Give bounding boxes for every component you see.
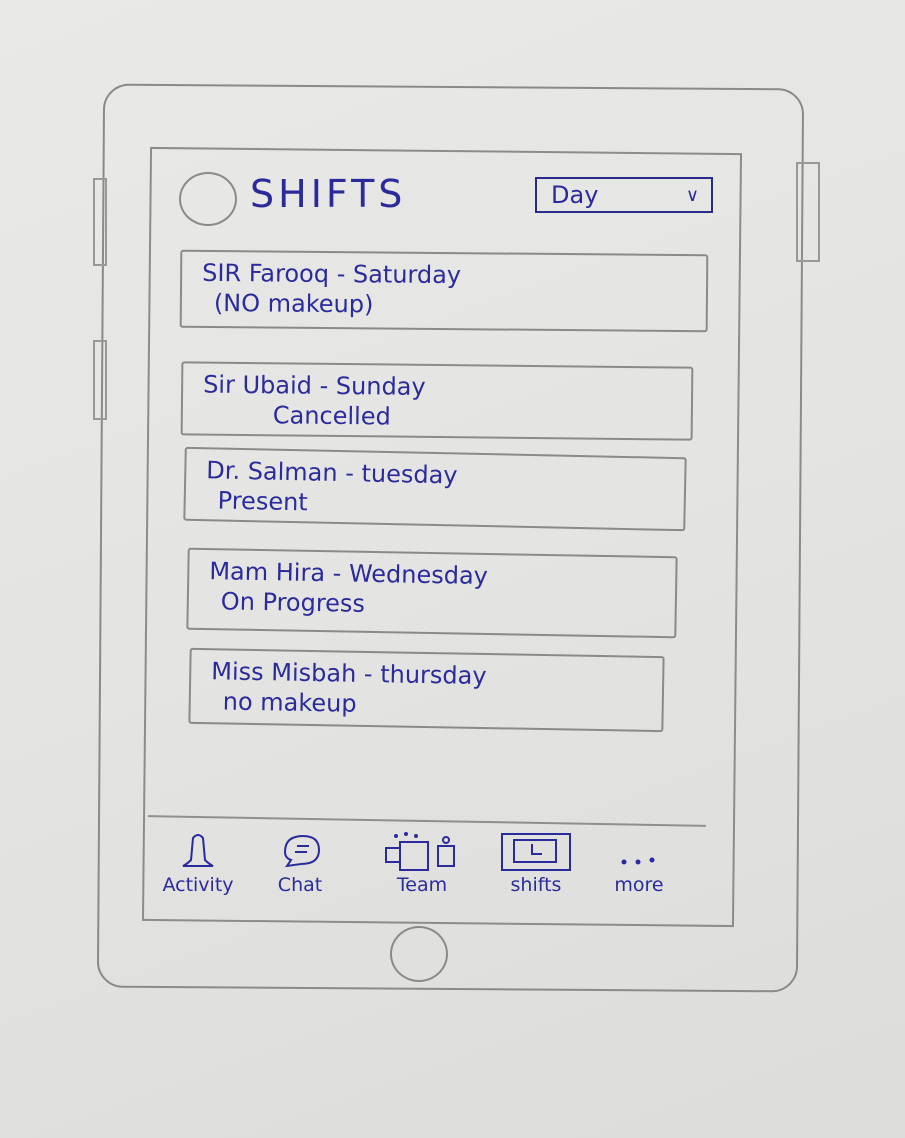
tab-label: Team — [396, 874, 448, 896]
side-button-right — [796, 162, 820, 262]
home-button[interactable] — [390, 926, 448, 982]
view-select[interactable]: Day ∨ — [535, 177, 713, 213]
avatar[interactable] — [179, 172, 237, 226]
side-button-lower — [93, 340, 107, 420]
shift-status: Cancelled — [272, 401, 391, 431]
tab-chat[interactable]: Chat — [262, 830, 338, 896]
tab-more[interactable]: more — [596, 830, 682, 896]
view-select-value: Day — [551, 181, 599, 209]
bell-icon — [181, 830, 215, 874]
tab-shifts[interactable]: shifts — [490, 830, 582, 896]
chevron-down-icon: ∨ — [685, 184, 699, 206]
team-icon — [382, 830, 462, 874]
shift-status: (NO makeup) — [213, 288, 374, 319]
tab-activity[interactable]: Activity — [150, 830, 246, 896]
clock-icon — [498, 830, 574, 874]
page-title: SHIFTS — [250, 172, 407, 216]
chat-bubble-icon — [277, 830, 323, 874]
tab-label: Activity — [162, 874, 234, 896]
tab-label: Chat — [277, 874, 323, 896]
tab-team[interactable]: Team — [372, 830, 472, 896]
shift-card[interactable]: Dr. Salman - tuesday Present — [183, 446, 687, 532]
side-button-upper — [93, 178, 107, 266]
more-dots-icon — [614, 830, 664, 874]
shift-card[interactable]: Miss Misbah - thursday no makeup — [188, 647, 665, 733]
tab-label: more — [614, 874, 664, 896]
shift-title: Sir Ubaid - Sunday — [203, 370, 426, 401]
shift-card[interactable]: Sir Ubaid - Sunday Cancelled — [180, 361, 694, 441]
shift-card[interactable]: SIR Farooq - Saturday (NO makeup) — [179, 249, 709, 333]
shift-status: no makeup — [222, 687, 357, 718]
shift-card[interactable]: Mam Hira - Wednesday On Progress — [186, 547, 678, 639]
tab-label: shifts — [510, 874, 562, 896]
shift-title: SIR Farooq - Saturday — [202, 258, 462, 290]
